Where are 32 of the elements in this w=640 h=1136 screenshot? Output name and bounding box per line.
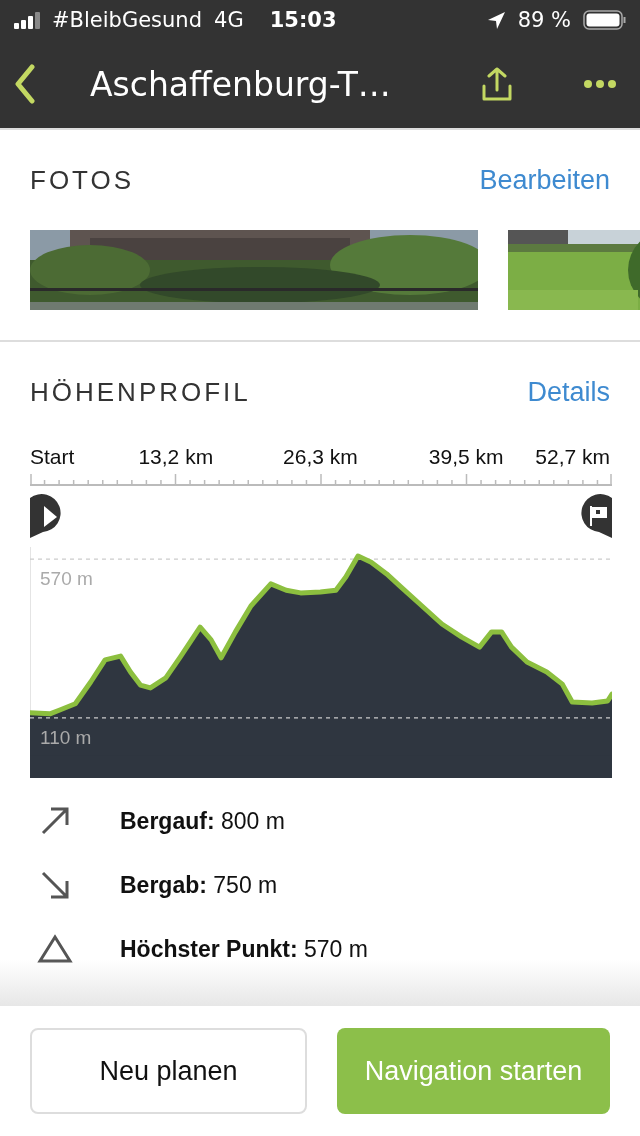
start-navigation-button[interactable]: Navigation starten bbox=[337, 1028, 610, 1114]
route-title: Aschaffenburg-T… bbox=[90, 64, 392, 104]
back-icon[interactable] bbox=[14, 64, 36, 104]
network-type: 4G bbox=[214, 8, 244, 32]
x-tick-label: 13,2 km bbox=[138, 445, 214, 468]
battery-percent: 89 % bbox=[517, 8, 571, 32]
details-link[interactable]: Details bbox=[527, 376, 610, 408]
share-icon[interactable] bbox=[480, 66, 514, 102]
signal-icon bbox=[14, 11, 40, 29]
location-icon bbox=[486, 10, 506, 30]
x-tick-label: 26,3 km bbox=[283, 445, 358, 468]
stat-text: Bergauf: 800 m bbox=[120, 807, 285, 835]
flag-icon bbox=[590, 506, 607, 526]
battery-icon bbox=[583, 10, 626, 30]
section-title: HÖHENPROFIL bbox=[30, 376, 251, 408]
clock-time: 15:03 bbox=[269, 8, 337, 32]
stat-text: Höchster Punkt: 570 m bbox=[120, 935, 368, 963]
carrier-name: #BleibGesund bbox=[52, 8, 202, 32]
more-icon[interactable] bbox=[584, 80, 616, 88]
x-tick-label: 39,5 km bbox=[428, 445, 504, 468]
edit-link[interactable]: Bearbeiten bbox=[479, 164, 610, 196]
x-tick-label: 52,7 km bbox=[535, 445, 610, 468]
triangle-icon bbox=[37, 934, 73, 964]
start-marker-icon bbox=[30, 494, 61, 538]
section-title: FOTOS bbox=[30, 164, 135, 196]
stat-text: Bergab: 750 m bbox=[120, 871, 278, 899]
x-tick-label: Start bbox=[30, 445, 75, 468]
arrow-up-right-icon bbox=[39, 805, 71, 837]
y-tick-label: 110 m bbox=[40, 726, 92, 748]
replan-button[interactable]: Neu planen bbox=[30, 1028, 307, 1114]
arrow-down-right-icon bbox=[39, 869, 71, 901]
y-tick-label: 570 m bbox=[40, 568, 93, 590]
